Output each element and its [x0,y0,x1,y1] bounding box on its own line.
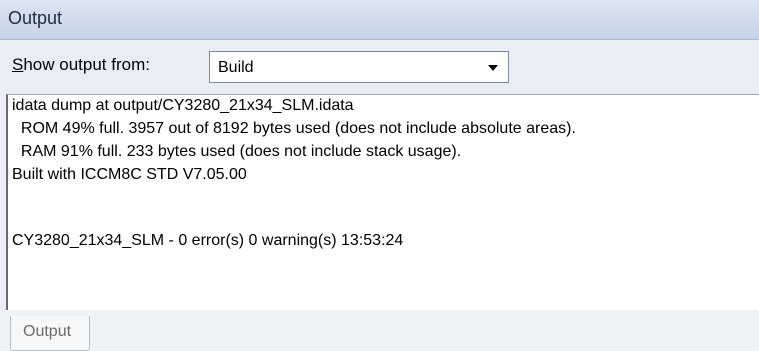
output-panel-titlebar: Output [0,0,759,40]
output-tab-strip: Output [0,310,759,351]
output-text-area[interactable]: idata dump at output/CY3280_21x34_SLM.id… [6,94,759,310]
tab-output[interactable]: Output [10,316,90,351]
dropdown-arrow-icon[interactable] [488,65,498,71]
output-line: CY3280_21x34_SLM - 0 error(s) 0 warning(… [12,232,404,249]
show-label-mnemonic: S [12,55,24,74]
output-toolbar: Show output from: Build [0,40,759,94]
output-line: Built with ICCM8C STD V7.05.00 [12,166,247,183]
output-line: ROM 49% full. 3957 out of 8192 bytes use… [12,120,576,137]
output-line: RAM 91% full. 233 bytes used (does not i… [12,143,462,160]
output-source-value: Build [218,59,254,76]
show-output-from-label: Show output from: [12,55,150,75]
show-label-text: how output from: [23,55,150,74]
tab-output-label: Output [23,323,72,340]
panel-title: Output [8,8,63,28]
output-panel: Output Show output from: Build idata dum… [0,0,759,351]
output-source-dropdown[interactable]: Build [209,51,509,83]
output-line: idata dump at output/CY3280_21x34_SLM.id… [12,97,354,114]
